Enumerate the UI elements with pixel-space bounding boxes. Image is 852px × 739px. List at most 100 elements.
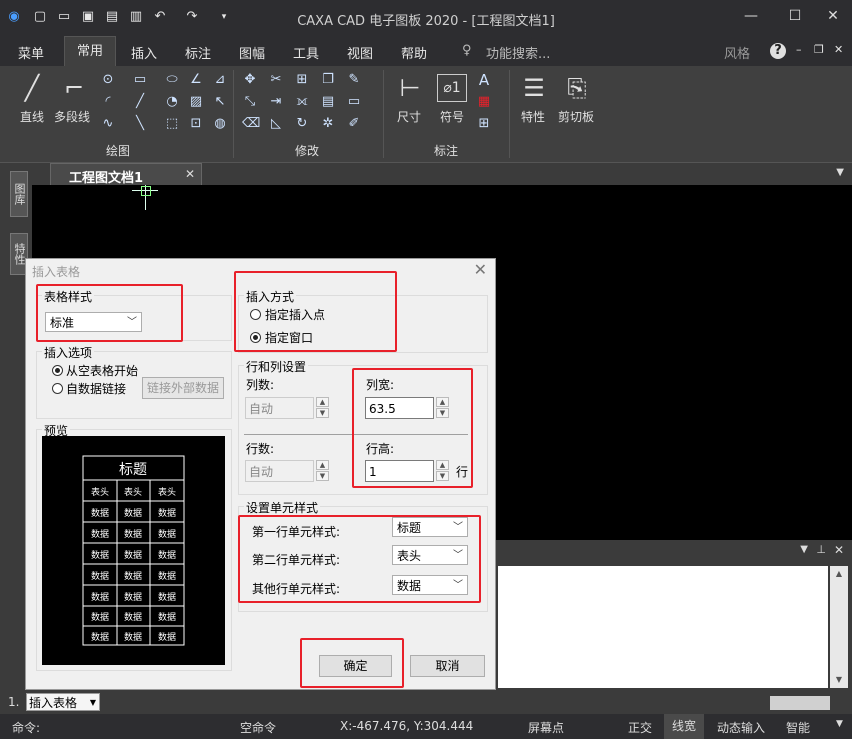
- feature-search-input[interactable]: 功能搜索...: [486, 43, 550, 62]
- dialog-close-icon[interactable]: ✕: [474, 260, 487, 279]
- rotate-icon[interactable]: ↻: [294, 116, 310, 132]
- status-menu-icon[interactable]: ▼: [836, 719, 843, 729]
- text-icon[interactable]: A: [476, 72, 492, 88]
- paste-icon[interactable]: ▤: [320, 94, 336, 110]
- extend-icon[interactable]: ⇥: [268, 94, 284, 110]
- panel-close-icon[interactable]: ✕: [834, 543, 844, 557]
- start-empty-radio[interactable]: [52, 365, 63, 376]
- tab-list-dropdown-icon[interactable]: ▼: [836, 167, 844, 178]
- line-tool-label[interactable]: 直线: [20, 108, 44, 125]
- point-icon[interactable]: ⊙: [100, 72, 116, 88]
- style-menu[interactable]: 风格: [724, 43, 750, 62]
- command-tab-select[interactable]: 插入表格 ▼: [26, 693, 100, 711]
- stretch-icon[interactable]: ▭: [346, 94, 362, 110]
- table-icon[interactable]: ▦: [476, 94, 492, 110]
- ortho-toggle[interactable]: 正交: [628, 719, 652, 736]
- trim-icon[interactable]: ✂: [268, 72, 284, 88]
- ellipse-icon[interactable]: ⬭: [164, 72, 180, 88]
- centerline-icon[interactable]: ╲: [132, 116, 148, 132]
- clipboard-label[interactable]: 剪切板: [558, 108, 594, 125]
- parallel-line-icon[interactable]: ╱: [132, 94, 148, 110]
- symbol-icon[interactable]: ⌀1: [437, 74, 467, 102]
- properties-label[interactable]: 特性: [521, 108, 545, 125]
- rectangle-icon[interactable]: ▭: [132, 72, 148, 88]
- link-external-data-button[interactable]: 链接外部数据: [142, 377, 224, 399]
- edit-icon[interactable]: ✐: [346, 116, 362, 132]
- erase-icon[interactable]: ⌫: [242, 116, 260, 132]
- arc-icon[interactable]: ◜: [100, 94, 116, 110]
- document-tab[interactable]: 工程图文档1 ✕: [50, 163, 202, 186]
- tab-tools[interactable]: 工具: [293, 43, 319, 62]
- scroll-down-icon[interactable]: ▼: [830, 672, 848, 688]
- tab-annotate[interactable]: 标注: [185, 43, 211, 62]
- block-icon[interactable]: ⬚: [164, 116, 180, 132]
- maximize-button[interactable]: ☐: [780, 6, 810, 26]
- offset-line-icon[interactable]: ⊿: [212, 72, 228, 88]
- tab-common[interactable]: 常用: [64, 36, 117, 67]
- preview-data-cell: 数据: [91, 507, 109, 519]
- move-icon[interactable]: ✥: [242, 72, 258, 88]
- tab-help[interactable]: 帮助: [401, 43, 427, 62]
- rows-input[interactable]: 自动: [245, 460, 314, 482]
- tab-view[interactable]: 视图: [347, 43, 373, 62]
- array-icon[interactable]: ⊞: [294, 72, 310, 88]
- start-empty-label[interactable]: 从空表格开始: [66, 362, 138, 379]
- lineweight-toggle[interactable]: 线宽: [664, 714, 705, 739]
- chamfer-icon[interactable]: ◺: [268, 116, 284, 132]
- command-scrollbar[interactable]: ▲ ▼: [830, 566, 848, 688]
- smart-snap-toggle[interactable]: 智能: [786, 719, 810, 736]
- region-icon[interactable]: ⊡: [188, 116, 204, 132]
- angle-line-icon[interactable]: ∠: [188, 72, 204, 88]
- spline-icon[interactable]: ∿: [100, 116, 116, 132]
- polyline-tool-label[interactable]: 多段线: [54, 108, 90, 125]
- ribbon-minimize-icon[interactable]: –: [796, 43, 802, 56]
- clipboard-icon[interactable]: ⎘: [561, 72, 593, 104]
- brush-icon[interactable]: ✎: [346, 72, 362, 88]
- table-edit-icon[interactable]: ⊞: [476, 116, 492, 132]
- hatch-icon[interactable]: ◍: [212, 116, 228, 132]
- tab-sheet[interactable]: 图幅: [239, 43, 265, 62]
- dimension-icon[interactable]: ⊢: [394, 72, 426, 104]
- panel-dropdown-icon[interactable]: ▼: [800, 544, 808, 555]
- scale-icon[interactable]: ⤡: [242, 94, 258, 110]
- columns-up-icon[interactable]: ▲: [316, 397, 329, 407]
- copy-icon[interactable]: ❐: [320, 72, 336, 88]
- table-preview-graphic: 标题 表头 表头 表头 数据 数据 数据 数据 数据 数据 数据 数据 数据 数…: [82, 455, 185, 646]
- arrow-icon[interactable]: ↖: [212, 94, 228, 110]
- ribbon-close-icon[interactable]: ✕: [834, 43, 843, 56]
- explode-icon[interactable]: ✲: [320, 116, 336, 132]
- menu-main[interactable]: 菜单: [18, 43, 44, 62]
- mirror-icon[interactable]: ⟗: [294, 94, 310, 110]
- line-tool-icon[interactable]: ╱: [16, 72, 48, 104]
- snap-mode-toggle[interactable]: 屏幕点: [528, 719, 564, 736]
- ribbon-separator: [233, 70, 234, 158]
- properties-icon[interactable]: ☰: [518, 72, 550, 104]
- cancel-button[interactable]: 取消: [410, 655, 485, 677]
- scroll-up-icon[interactable]: ▲: [830, 566, 848, 582]
- preview-data-cell: 数据: [124, 611, 142, 623]
- tab-insert[interactable]: 插入: [131, 43, 157, 62]
- rows-up-icon[interactable]: ▲: [316, 460, 329, 470]
- close-window-button[interactable]: ✕: [818, 6, 848, 26]
- preview-data-cell: 数据: [91, 570, 109, 582]
- data-link-radio[interactable]: [52, 383, 63, 394]
- fill-icon[interactable]: ◔: [164, 94, 180, 110]
- symbol-label[interactable]: 符号: [440, 108, 464, 125]
- polyline-tool-icon[interactable]: ⌐: [58, 72, 90, 104]
- panel-pin-icon[interactable]: ⊥: [816, 543, 826, 556]
- highlight-box-table-style: [36, 284, 183, 342]
- dimension-label[interactable]: 尺寸: [397, 108, 421, 125]
- document-tab-close-icon[interactable]: ✕: [185, 167, 195, 181]
- library-side-tab[interactable]: 图库: [10, 171, 28, 217]
- command-history-area[interactable]: [498, 566, 828, 688]
- help-icon[interactable]: ?: [770, 43, 786, 59]
- columns-down-icon[interactable]: ▼: [316, 408, 329, 418]
- rows-down-icon[interactable]: ▼: [316, 471, 329, 481]
- ribbon-restore-icon[interactable]: ❐: [814, 43, 824, 56]
- data-link-label[interactable]: 自数据链接: [66, 380, 126, 397]
- image-icon[interactable]: ▨: [188, 94, 204, 110]
- dynamic-input-toggle[interactable]: 动态输入: [717, 719, 765, 736]
- minimize-button[interactable]: —: [736, 6, 766, 26]
- columns-input[interactable]: 自动: [245, 397, 314, 419]
- horizontal-scrollbar[interactable]: [770, 696, 830, 710]
